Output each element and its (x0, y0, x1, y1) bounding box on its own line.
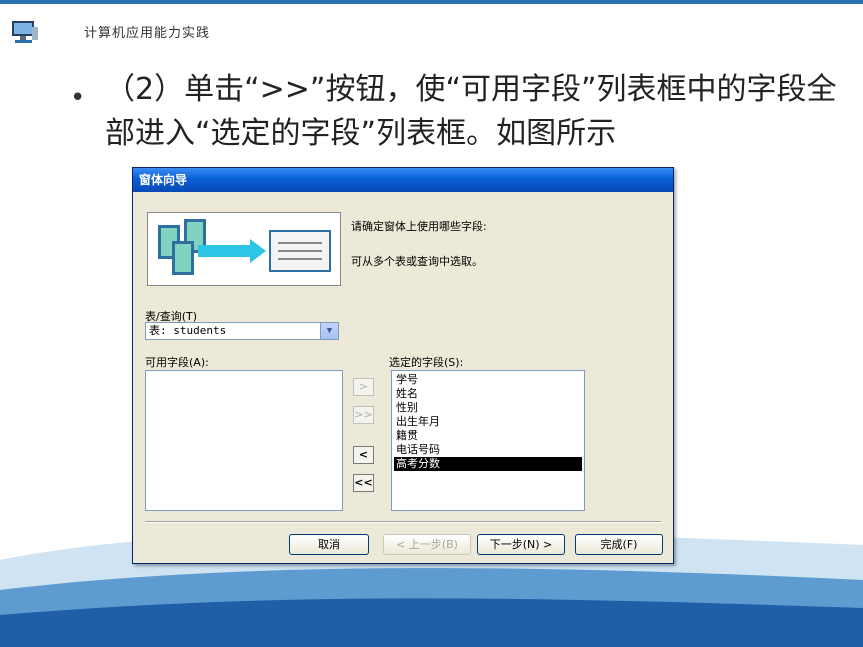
remove-all-fields-button[interactable]: << (353, 474, 374, 492)
add-all-fields-button[interactable]: >> (353, 406, 374, 424)
list-item[interactable]: 出生年月 (394, 415, 582, 429)
list-item[interactable]: 姓名 (394, 387, 582, 401)
finish-button[interactable]: 完成(F) (575, 534, 663, 555)
form-wizard-dialog: 窗体向导 请确定窗体上使用哪些字段: 可从多个表或查询中选取。 表/查询(T) … (132, 167, 674, 564)
prompt-text: 请确定窗体上使用哪些字段: (351, 220, 487, 233)
table-query-select[interactable]: 表: students ▼ (145, 322, 339, 340)
list-item[interactable]: 性别 (394, 401, 582, 415)
computer-logo-icon (12, 21, 38, 43)
list-item[interactable]: 学号 (394, 373, 582, 387)
list-item[interactable]: 电话号码 (394, 443, 582, 457)
list-item-selected[interactable]: 高考分数 (394, 457, 582, 471)
chevron-down-icon[interactable]: ▼ (320, 323, 338, 339)
cancel-button[interactable]: 取消 (289, 534, 369, 555)
list-item[interactable]: 籍贯 (394, 429, 582, 443)
header-title: 计算机应用能力实践 (84, 26, 211, 41)
wizard-illustration-icon (147, 212, 341, 286)
back-button[interactable]: < 上一步(B) (383, 534, 471, 555)
dialog-titlebar[interactable]: 窗体向导 (133, 168, 673, 192)
available-fields-list[interactable] (145, 370, 343, 511)
next-button[interactable]: 下一步(N) > (477, 534, 565, 555)
dialog-separator (145, 521, 661, 523)
dialog-title: 窗体向导 (139, 173, 188, 187)
selected-fields-label: 选定的字段(S): (389, 356, 464, 369)
available-fields-label: 可用字段(A): (145, 356, 209, 369)
top-accent-bar (0, 0, 863, 4)
table-query-value: 表: students (149, 324, 227, 337)
hint-text: 可从多个表或查询中选取。 (351, 255, 483, 268)
selected-fields-items: 学号 姓名 性别 出生年月 籍贯 电话号码 高考分数 (392, 371, 584, 473)
bullet-mark: • (70, 83, 86, 113)
add-field-button[interactable]: > (353, 378, 374, 396)
remove-field-button[interactable]: < (353, 446, 374, 464)
slide-body-text: （2）单击“>>”按钮，使“可用字段”列表框中的字段全部进入“选定的字段”列表框… (105, 72, 837, 151)
selected-fields-list[interactable]: 学号 姓名 性别 出生年月 籍贯 电话号码 高考分数 (391, 370, 585, 511)
